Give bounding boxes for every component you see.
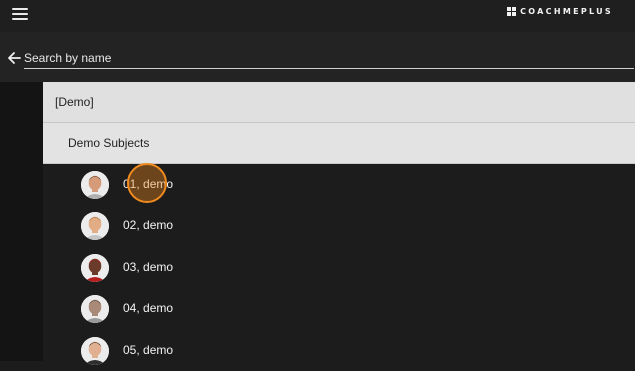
person-avatar-icon <box>81 171 109 199</box>
subject-row[interactable]: 02, demo <box>43 205 635 246</box>
coachmeplus-logo-icon <box>507 6 517 16</box>
brand-logo: COACHMEPLUS <box>507 5 613 17</box>
hamburger-menu-icon[interactable] <box>10 6 30 22</box>
subject-row[interactable]: 04, demo <box>43 288 635 329</box>
group-header-demo[interactable]: [Demo] <box>43 82 635 123</box>
subject-row[interactable]: 03, demo <box>43 247 635 288</box>
subject-name: 02, demo <box>123 218 174 232</box>
subject-list-panel: [Demo] Demo Subjects 01, demo 02, demo 0… <box>43 82 635 365</box>
subject-name: 05, demo <box>123 343 174 357</box>
arrow-left-icon[interactable] <box>6 50 22 66</box>
subject-name: 03, demo <box>123 260 174 274</box>
subgroup-header-demo-subjects[interactable]: Demo Subjects <box>43 123 635 164</box>
brand-name: COACHMEPLUS <box>520 6 613 16</box>
side-panel <box>0 82 43 361</box>
person-avatar-icon <box>81 295 109 323</box>
subject-row[interactable]: 01, demo <box>43 164 635 205</box>
search-bar <box>0 32 635 82</box>
subject-name: 04, demo <box>123 301 174 315</box>
search-input[interactable] <box>24 48 634 69</box>
subject-name: 01, demo <box>123 177 174 191</box>
person-avatar-icon <box>81 212 109 240</box>
person-avatar-icon <box>81 254 109 282</box>
subject-row[interactable]: 05, demo <box>43 330 635 371</box>
app-toolbar: COACHMEPLUS <box>0 0 635 32</box>
